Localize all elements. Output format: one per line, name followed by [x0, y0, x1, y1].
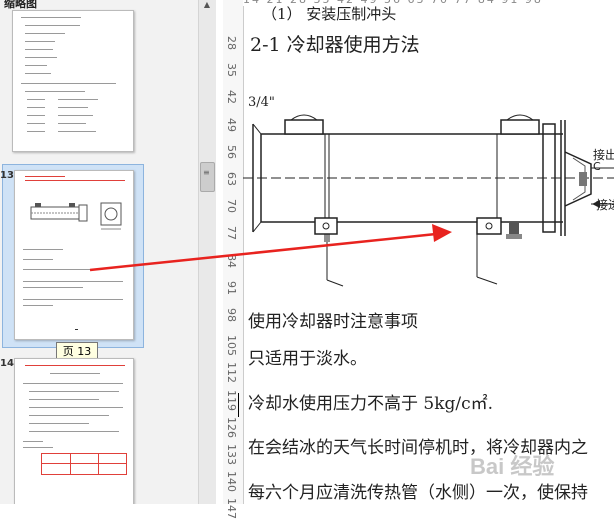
annotation-arrow — [89, 224, 452, 272]
